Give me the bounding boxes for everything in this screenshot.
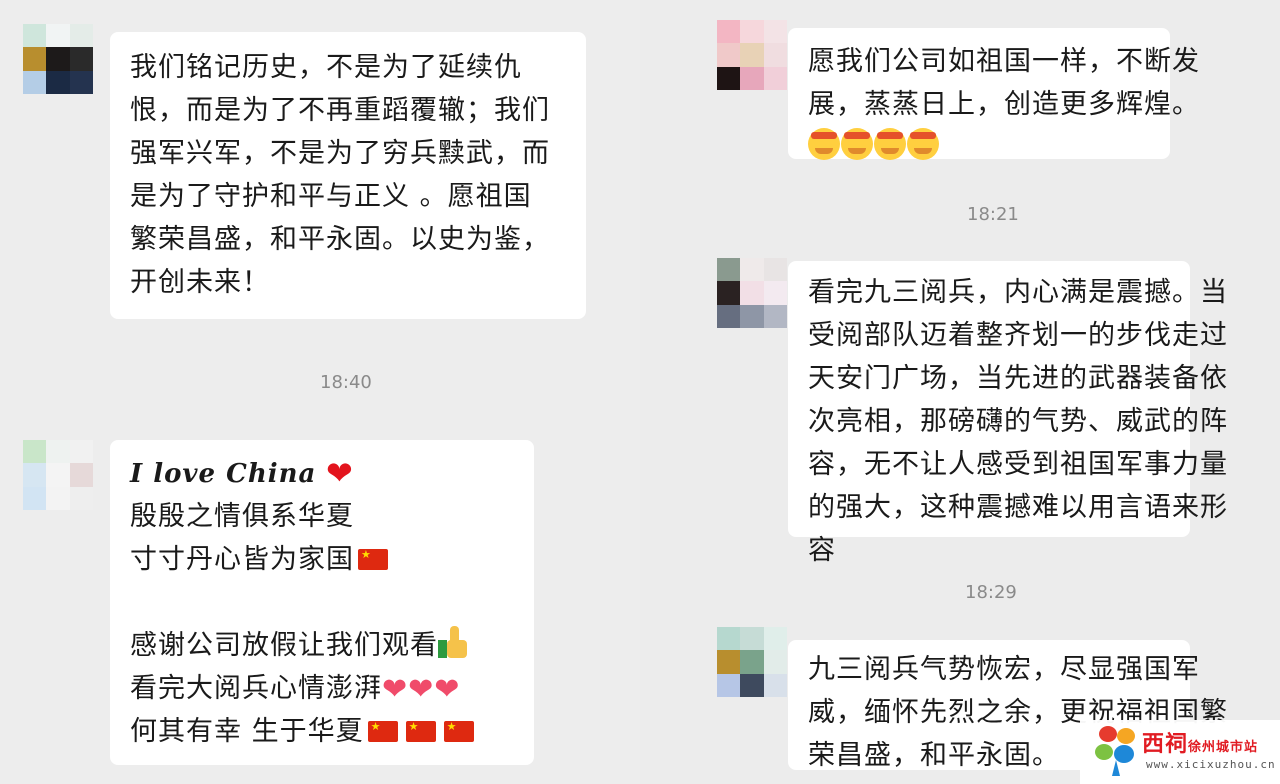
- message-line: 展，蒸蒸日上，创造更多辉煌。: [808, 89, 1200, 120]
- avatar[interactable]: [717, 627, 787, 697]
- message-line: 强军兴军，不是为了穷兵黩武，而: [130, 138, 550, 169]
- message-bubble[interactable]: 愿我们公司如祖国一样，不断发 展，蒸蒸日上，创造更多辉煌。: [788, 28, 1200, 160]
- message-line: 何其有幸 生于华夏: [130, 710, 514, 753]
- message-title-line: I love China ❤: [130, 452, 514, 495]
- salute-face-emoji-icon: [808, 128, 840, 160]
- message-line: 九三阅兵气势恢宏，尽显强国军: [808, 654, 1200, 685]
- left-chat-panel: 我们铭记历史，不是为了延续仇 恨，而是为了不再重蹈覆辙；我们 强军兴军，不是为了…: [0, 0, 640, 784]
- message-bubble[interactable]: 看完九三阅兵，内心满是震撼。当 受阅部队迈着整齐划一的步伐走过 天安门广场，当先…: [788, 261, 1228, 566]
- watermark-url: www.xicixuzhou.cn: [1146, 758, 1276, 771]
- china-flag-emoji-icon: [443, 720, 474, 742]
- timestamp: 18:21: [967, 204, 1019, 225]
- xici-watermark: 西祠徐州城市站 www.xicixuzhou.cn: [1080, 720, 1280, 784]
- heart-emoji-icon: ❤: [325, 454, 354, 492]
- message-title: I love China: [130, 459, 317, 489]
- message-line: 天安门广场，当先进的武器装备依: [808, 363, 1228, 394]
- message-line: 繁荣昌盛，和平永固。以史为鉴，: [130, 224, 550, 255]
- message-line: 开创未来！: [130, 267, 270, 298]
- thumbs-up-emoji-icon: [438, 626, 468, 658]
- message-line: 恨，而是为了不再重蹈覆辙；我们: [130, 95, 550, 126]
- salute-face-emoji-icon: [907, 128, 939, 160]
- message-line: 看完九三阅兵，内心满是震撼。当: [808, 277, 1228, 308]
- message-bubble[interactable]: 我们铭记历史，不是为了延续仇 恨，而是为了不再重蹈覆辙；我们 强军兴军，不是为了…: [110, 32, 586, 319]
- message-line: 寸寸丹心皆为家国: [130, 538, 514, 581]
- avatar[interactable]: [717, 20, 787, 90]
- emoji-line: [808, 126, 1150, 169]
- watermark-brand: 西祠: [1142, 732, 1189, 757]
- message-line: 次亮相，那磅礴的气势、威武的阵: [808, 406, 1228, 437]
- pink-heart-emoji-icon: ❤: [382, 672, 409, 707]
- message-bubble[interactable]: I love China ❤ 殷殷之情俱系华夏 寸寸丹心皆为家国 感谢公司放假让…: [110, 440, 534, 765]
- message-line: 的强大，这种震撼难以用言语来形: [808, 492, 1228, 523]
- message-line: 感谢公司放假让我们观看: [130, 624, 514, 667]
- message-line: 受阅部队迈着整齐划一的步伐走过: [808, 320, 1228, 351]
- message-text: 寸寸丹心皆为家国: [130, 544, 354, 575]
- china-flag-emoji-icon: [367, 720, 398, 742]
- message-line: 我们铭记历史，不是为了延续仇: [130, 52, 522, 83]
- message-text: 何其有幸 生于华夏: [130, 716, 364, 747]
- message-line: 愿我们公司如祖国一样，不断发: [808, 46, 1200, 77]
- message-line: 容，无不让人感受到祖国军事力量: [808, 449, 1228, 480]
- avatar[interactable]: [717, 258, 787, 328]
- right-chat-panel: 愿我们公司如祖国一样，不断发 展，蒸蒸日上，创造更多辉煌。 18:21 看完九三…: [640, 0, 1280, 784]
- xici-logo-icon: [1095, 726, 1135, 776]
- watermark-title: 西祠徐州城市站: [1142, 726, 1258, 758]
- message-text: 感谢公司放假让我们观看: [130, 630, 438, 661]
- salute-face-emoji-icon: [874, 128, 906, 160]
- message-line: 殷殷之情俱系华夏: [130, 501, 354, 532]
- message-line: 看完大阅兵心情澎湃❤❤❤: [130, 667, 514, 710]
- timestamp: 18:40: [320, 372, 372, 393]
- pink-heart-emoji-icon: ❤: [434, 672, 461, 707]
- message-text: 看完大阅兵心情澎湃: [130, 673, 382, 704]
- avatar[interactable]: [23, 440, 93, 510]
- message-line: [130, 581, 514, 624]
- pink-heart-emoji-icon: ❤: [408, 672, 435, 707]
- china-flag-emoji-icon: [358, 548, 388, 570]
- message-line: 是为了守护和平与正义 。愿祖国: [130, 181, 532, 212]
- message-line: 容: [808, 535, 836, 566]
- watermark-subtitle: 徐州城市站: [1188, 740, 1259, 755]
- salute-face-emoji-icon: [841, 128, 873, 160]
- china-flag-emoji-icon: [405, 720, 436, 742]
- timestamp: 18:29: [965, 582, 1017, 603]
- avatar[interactable]: [23, 24, 93, 94]
